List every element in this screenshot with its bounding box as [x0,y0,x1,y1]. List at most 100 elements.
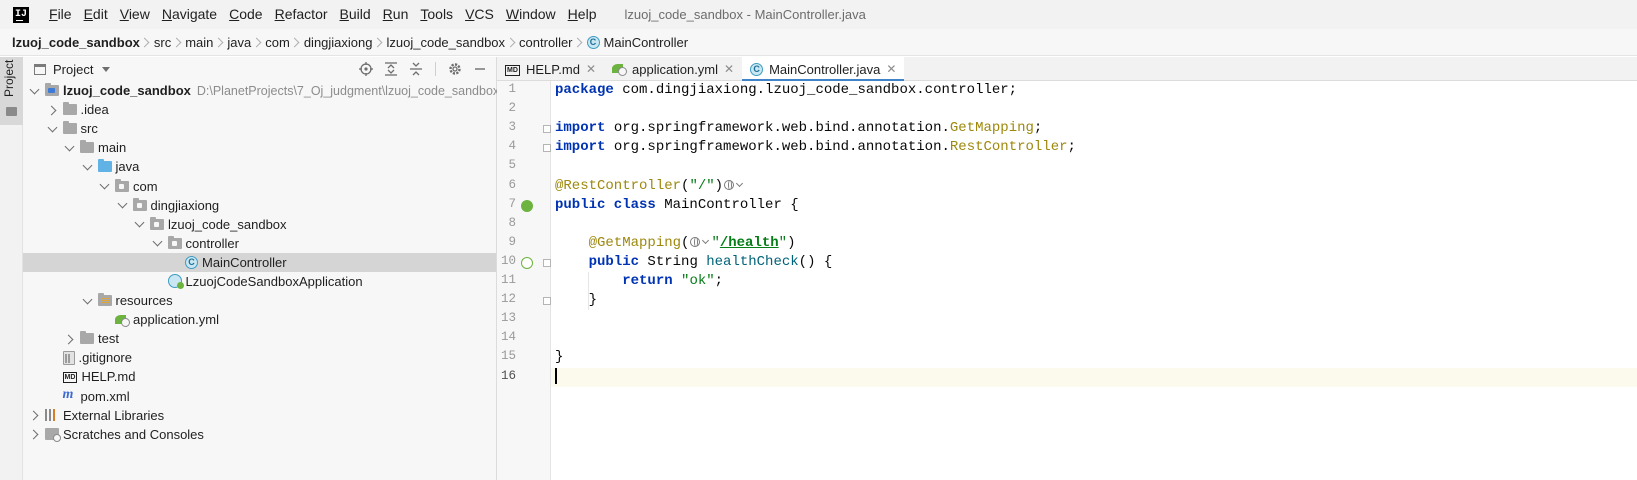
close-icon[interactable]: ✕ [886,62,896,76]
menu-build[interactable]: Build [334,0,377,29]
tree-item[interactable]: lzuoj_code_sandbox D:\PlanetProjects\7_Oj… [23,81,499,100]
chevron-right-icon[interactable] [29,428,41,440]
package-icon [150,216,164,230]
close-icon[interactable]: ✕ [586,62,596,76]
menu-window[interactable]: Window [500,0,562,29]
tree-item[interactable]: MainController [23,252,496,272]
tree-item[interactable]: dingjiaxiong [23,196,496,215]
breadcrumb-item[interactable]: com [265,35,290,50]
web-endpoint-icon[interactable] [723,178,745,194]
tree-item[interactable]: test [23,329,496,348]
code-line[interactable]: } [555,348,1637,367]
tree-item[interactable]: com [23,176,496,195]
tree-item[interactable]: HELP.md [23,367,496,386]
chevron-right-icon[interactable] [47,104,59,116]
menu-run[interactable]: Run [377,0,415,29]
line-number: 6 [508,177,516,192]
chevron-down-icon[interactable] [64,142,76,154]
tree-item[interactable]: lzuoj_code_sandbox [23,215,496,234]
chevron-down-icon[interactable] [82,161,94,173]
chevron-down-icon[interactable] [117,199,129,211]
close-icon[interactable]: ✕ [724,62,734,76]
code-line[interactable] [555,157,1637,176]
code-line[interactable]: import org.springframework.web.bind.anno… [555,119,1637,138]
code-line[interactable] [555,329,1637,348]
minimize-icon[interactable] [472,61,488,77]
editor-tab[interactable]: MainController.java ✕ [742,57,905,82]
tree-item[interactable]: .idea [23,100,496,119]
menu-file[interactable]: File [43,0,78,29]
line-number: 10 [500,253,516,268]
menu-view[interactable]: View [114,0,156,29]
menu-tools[interactable]: Tools [414,0,459,29]
window-title: lzuoj_code_sandbox - MainController.java [624,7,866,22]
tree-item[interactable]: application.yml [23,310,496,329]
menu-code[interactable]: Code [223,0,268,29]
code-line[interactable]: @GetMapping("/health") [555,234,1637,253]
code-line[interactable]: } [555,291,1637,310]
breadcrumb-item[interactable]: dingjiaxiong [304,35,373,50]
tree-item[interactable]: main [23,138,496,157]
project-tool-tab[interactable]: Project [0,57,23,125]
menu-edit[interactable]: Edit [78,0,114,29]
breadcrumb-item[interactable]: C MainController [586,35,688,50]
menu-vcs[interactable]: VCS [459,0,500,29]
code-line[interactable]: import org.springframework.web.bind.anno… [555,138,1637,157]
editor-gutter[interactable]: 1 2 3 4 5 6 7 8 9 10 11 12 13 14 15 16 [497,81,551,480]
tree-item[interactable]: Scratches and Consoles [23,425,496,444]
fold-marker-icon[interactable] [543,258,551,267]
code-line[interactable] [555,100,1637,119]
breadcrumb-item[interactable]: main [185,35,213,50]
breadcrumb-item[interactable]: controller [519,35,572,50]
breadcrumb-label: src [153,34,172,50]
tree-item[interactable]: resources [23,291,496,310]
code-line[interactable]: return "ok"; [555,272,1637,291]
tree-item[interactable]: src [23,119,496,138]
code-line[interactable]: @RestController("/") [555,177,1637,196]
tree-item[interactable]: LzuojCodeSandboxApplication [23,272,496,291]
spring-bean-icon[interactable] [521,199,533,212]
menu-navigate[interactable]: Navigate [156,0,223,29]
fold-marker-icon[interactable] [543,125,551,134]
fold-marker-icon[interactable] [543,297,551,306]
project-panel-title[interactable]: Project [53,62,93,77]
collapse-all-icon[interactable] [408,61,424,77]
code-token: "/" [689,177,715,194]
breadcrumb-item[interactable]: lzuoj_code_sandbox [12,35,140,50]
chevron-down-icon[interactable] [152,237,164,249]
tree-item[interactable]: java [23,157,496,176]
intellij-logo-icon[interactable]: IJ [13,6,29,23]
code-line[interactable] [551,367,1637,387]
chevron-right-icon[interactable] [64,333,76,345]
chevron-down-icon[interactable] [29,85,41,97]
tree-item[interactable]: controller [23,234,496,253]
code-line[interactable]: package com.dingjiaxiong.lzuoj_code_sand… [555,81,1637,100]
chevron-down-icon[interactable] [82,295,94,307]
web-endpoint-icon[interactable] [689,235,711,251]
menu-refactor[interactable]: Refactor [269,0,334,29]
breadcrumb-item[interactable]: lzuoj_code_sandbox [387,35,506,50]
spring-bean-icon[interactable] [521,256,533,269]
breadcrumb-item[interactable]: src [154,35,171,50]
breadcrumb-item[interactable]: java [227,35,251,50]
locate-file-icon[interactable] [358,61,374,77]
chevron-down-icon[interactable] [47,123,59,135]
code-line[interactable] [555,215,1637,234]
menu-help[interactable]: Help [562,0,603,29]
chevron-right-icon[interactable] [29,409,41,421]
fold-marker-icon[interactable] [543,144,551,153]
chevron-down-icon[interactable] [102,66,111,72]
editor-tab[interactable]: HELP.md ✕ [497,57,604,81]
tree-item[interactable]: External Libraries [23,406,496,425]
code-editor[interactable]: 1 2 3 4 5 6 7 8 9 10 11 12 13 14 15 16 package com.ding… [497,81,1637,480]
gear-icon[interactable] [447,61,463,77]
code-line[interactable]: public String healthCheck() { [555,253,1637,272]
code-line[interactable]: public class MainController { [555,196,1637,215]
chevron-down-icon[interactable] [99,180,111,192]
chevron-down-icon[interactable] [134,218,146,230]
editor-tab[interactable]: application.yml ✕ [604,57,742,81]
expand-all-icon[interactable] [383,61,399,77]
tree-item[interactable]: .gitignore [23,348,496,367]
tree-item[interactable]: pom.xml [23,387,496,406]
code-line[interactable] [555,310,1637,329]
